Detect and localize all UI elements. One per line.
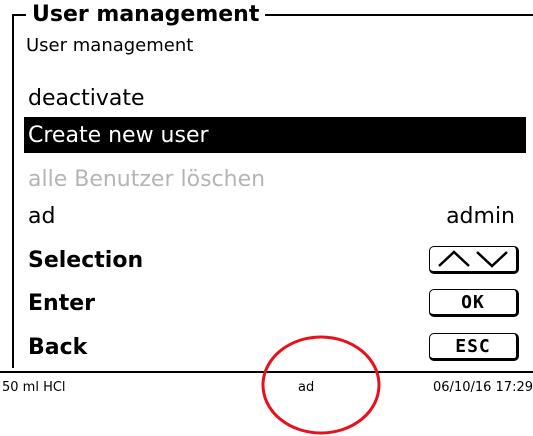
up-down-arrows-icon [438, 250, 508, 268]
status-user: ad [298, 380, 315, 395]
esc-button[interactable]: ESC [429, 333, 519, 361]
back-key-row: Back ESC [24, 329, 519, 365]
enter-key-row: Enter OK [24, 285, 519, 321]
user-name: ad [28, 203, 56, 229]
ok-button[interactable]: OK [429, 289, 519, 317]
selection-key-row: Selection [24, 242, 519, 278]
page-title: User management [26, 2, 266, 28]
menu-item-deactivate[interactable]: deactivate [24, 80, 527, 116]
menu-item-user-ad[interactable]: ad admin [24, 198, 527, 234]
enter-label: Enter [28, 290, 95, 316]
menu-item-label: Create new user [28, 122, 209, 148]
up-down-arrows-button[interactable] [429, 246, 519, 274]
menu-item-delete-all-users: alle Benutzer löschen [24, 161, 527, 197]
menu-item-label: alle Benutzer löschen [28, 166, 266, 192]
menu-item-label: deactivate [28, 85, 145, 111]
user-role: admin [446, 203, 515, 229]
selection-label: Selection [28, 247, 144, 273]
status-datetime: 06/10/16 17:29 [433, 380, 533, 395]
menu-item-create-new-user[interactable]: Create new user [24, 117, 526, 153]
back-label: Back [28, 334, 88, 360]
screen-frame-left [12, 14, 14, 368]
status-bar: 50 ml HCl ad 06/10/16 17:29 [0, 371, 533, 401]
status-method: 50 ml HCl [2, 380, 66, 395]
page-subtitle: User management [26, 35, 194, 56]
